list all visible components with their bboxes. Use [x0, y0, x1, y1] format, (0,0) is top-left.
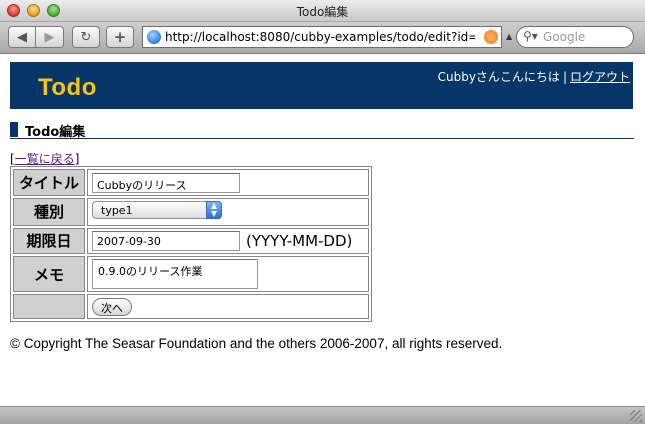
search-icon: ⚲▾	[523, 29, 538, 43]
title-cell: Cubbyのリリース	[87, 169, 369, 196]
date-format-hint: (YYYY-MM-DD)	[246, 232, 353, 250]
back-button[interactable]: ◀	[8, 26, 36, 48]
rss-icon[interactable]	[484, 30, 498, 44]
select-arrows-icon: ▲ ▼	[206, 200, 222, 219]
logout-link[interactable]: ログアウト	[570, 70, 630, 84]
due-date-label: 期限日	[13, 227, 85, 254]
address-bar[interactable]: http://localhost:8080/cubby-examples/tod…	[142, 26, 502, 48]
memo-cell: 0.9.0のリリース作業	[87, 256, 369, 292]
todo-edit-form: タイトル Cubbyのリリース 種別 type1 ▲ ▼ 期限日 2007-09-…	[10, 166, 372, 322]
forward-arrow-icon: ▶	[44, 29, 55, 45]
empty-label-cell	[13, 294, 85, 319]
site-logo: Todo	[38, 74, 97, 101]
heading-marker	[10, 122, 18, 137]
due-date-input[interactable]: 2007-09-30	[92, 231, 240, 251]
form-row-submit: 次へ	[13, 294, 369, 319]
section-title: Todo編集	[25, 125, 86, 140]
title-input[interactable]: Cubbyのリリース	[92, 172, 240, 193]
memo-textarea[interactable]: 0.9.0のリリース作業	[92, 259, 258, 289]
form-row-memo: メモ 0.9.0のリリース作業	[13, 256, 369, 292]
address-url[interactable]: http://localhost:8080/cubby-examples/tod…	[165, 30, 475, 44]
browser-toolbar: ◀ ▶ ↻ + http://localhost:8080/cubby-exam…	[0, 22, 645, 54]
type-select-value: type1	[101, 203, 133, 217]
user-greeting: Cubbyさんこんにちは	[437, 70, 560, 84]
copyright-notice: © Copyright The Seasar Foundation and th…	[10, 336, 503, 351]
history-buttons: ◀ ▶	[8, 26, 64, 48]
due-date-cell: 2007-09-30 (YYYY-MM-DD)	[87, 227, 369, 254]
separator: |	[562, 70, 567, 84]
form-row-type: 種別 type1 ▲ ▼	[13, 197, 369, 226]
submit-cell: 次へ	[87, 294, 369, 319]
form-row-due: 期限日 2007-09-30 (YYYY-MM-DD)	[13, 227, 369, 254]
user-greeting-area: Cubbyさんこんにちは | ログアウト	[438, 68, 630, 85]
back-to-list: [一覧に戻る]	[10, 150, 79, 167]
type-select[interactable]: type1 ▲ ▼	[92, 200, 222, 219]
forward-button[interactable]: ▶	[36, 26, 64, 48]
resize-grip-icon[interactable]	[630, 410, 642, 422]
add-bookmark-button[interactable]: +	[106, 26, 134, 48]
window-title: Todo編集	[296, 5, 349, 19]
search-placeholder: Google	[543, 30, 586, 44]
form-row-title: タイトル Cubbyのリリース	[13, 169, 369, 196]
memo-label: メモ	[13, 256, 85, 292]
window-titlebar: Todo編集	[0, 0, 645, 22]
back-to-list-link[interactable]: 一覧に戻る	[15, 152, 75, 166]
type-label: 種別	[13, 197, 85, 226]
reload-icon: ↻	[80, 29, 92, 45]
type-cell: type1 ▲ ▼	[87, 197, 369, 226]
bracket-close: ]	[74, 152, 80, 166]
globe-icon	[147, 30, 161, 44]
site-header: Todo Cubbyさんこんにちは | ログアウト	[10, 62, 633, 109]
back-arrow-icon: ◀	[17, 29, 27, 45]
plus-icon: +	[113, 28, 127, 46]
next-button[interactable]: 次へ	[92, 298, 132, 316]
window-status-bar	[0, 406, 645, 424]
section-heading: Todo編集	[10, 122, 634, 140]
reload-button[interactable]: ↻	[72, 26, 100, 48]
search-field[interactable]: ⚲▾ Google	[516, 26, 634, 48]
title-label: タイトル	[13, 169, 85, 196]
address-history-icon[interactable]: ▲	[506, 32, 512, 41]
